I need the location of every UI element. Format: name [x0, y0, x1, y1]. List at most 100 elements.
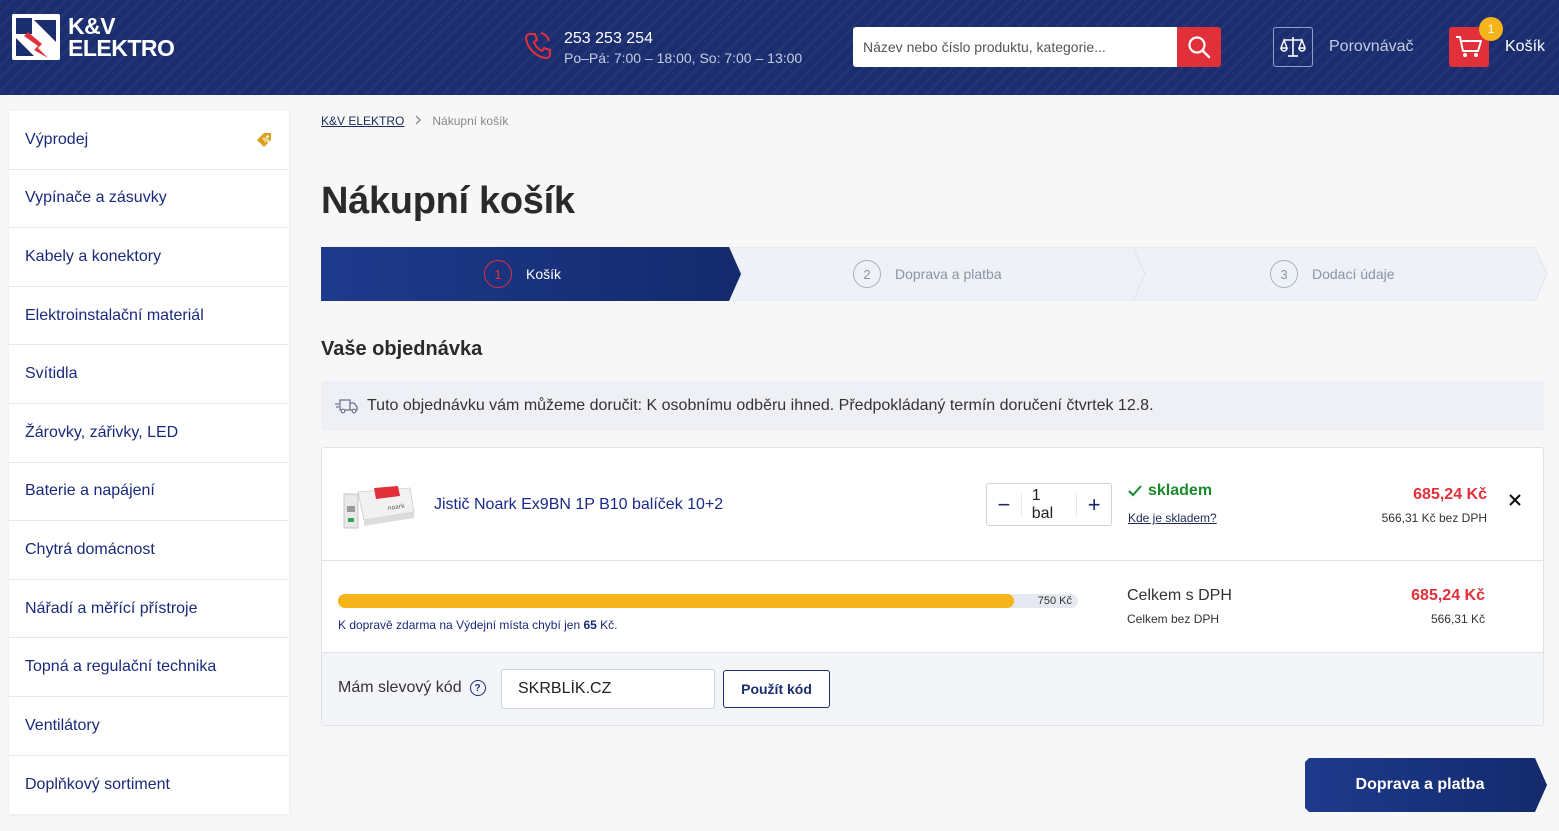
- sidebar-item-label: Chytrá domácnost: [25, 540, 155, 558]
- phone-icon: [524, 32, 551, 60]
- sidebar-item-zarovky[interactable]: Žárovky, zářivky, LED: [9, 404, 289, 463]
- opening-hours: Po–Pá: 7:00 – 18:00, So: 7:00 – 13:00: [564, 50, 803, 66]
- sidebar-item-svitidla[interactable]: Svítidla: [9, 345, 289, 404]
- sidebar-item-vypinace[interactable]: Vypínače a zásuvky: [9, 170, 289, 229]
- sidebar-item-label: Nářadí a měřící přístroje: [25, 599, 198, 617]
- logo[interactable]: K&V ELEKTRO: [12, 13, 175, 61]
- sidebar-item-naradi[interactable]: Nářadí a měřící přístroje: [9, 580, 289, 639]
- cart-item-row: noark Jistič Noark Ex9BN 1P B10 balíček …: [322, 448, 1543, 561]
- sidebar-item-label: Topná a regulační technika: [25, 658, 217, 676]
- cart-link[interactable]: 1 Košík: [1449, 17, 1545, 67]
- product-image[interactable]: noark: [340, 482, 416, 532]
- stock-location-link[interactable]: Kde je skladem?: [1128, 511, 1217, 525]
- phone-number: 253 253 254: [564, 30, 653, 47]
- step-number: 1: [484, 260, 512, 288]
- cart-label[interactable]: Košík: [1505, 38, 1545, 56]
- free-shipping-text: K dopravě zdarma na Výdejní místa chybí …: [338, 618, 618, 632]
- svg-text:%: %: [263, 136, 270, 144]
- total-with-vat-label: Celkem s DPH: [1127, 587, 1232, 604]
- delivery-notice-text: Tuto objednávku vám můžeme doručit: K os…: [367, 397, 1154, 414]
- order-title: Vaše objednávka: [321, 338, 483, 360]
- sidebar-item-label: Výprodej: [25, 130, 89, 148]
- step-number: 2: [853, 260, 881, 288]
- check-icon: [1128, 485, 1142, 497]
- sidebar-item-elektroinstalacni[interactable]: Elektroinstalační materiál: [9, 287, 289, 346]
- delivery-notice: Tuto objednávku vám můžeme doručit: K os…: [321, 381, 1544, 431]
- sidebar-item-label: Vypínače a zásuvky: [25, 189, 167, 207]
- compare-button[interactable]: [1273, 27, 1313, 67]
- product-name-link[interactable]: Jistič Noark Ex9BN 1P B10 balíček 10+2: [434, 496, 723, 514]
- free-shipping-progress-fill: [338, 594, 1014, 608]
- phone-contact[interactable]: 253 253 254 Po–Pá: 7:00 – 18:00, So: 7:0…: [524, 30, 802, 66]
- coupon-label: Mám slevový kód ?: [338, 679, 486, 697]
- sidebar-item-kabely[interactable]: Kabely a konektory: [9, 228, 289, 287]
- free-shipping-text-after: Kč.: [596, 618, 618, 632]
- logo-text: K&V ELEKTRO: [68, 13, 175, 61]
- sidebar-item-label: Žárovky, zářivky, LED: [25, 423, 179, 441]
- breadcrumb-current: Nákupní košík: [432, 114, 509, 128]
- help-icon[interactable]: ?: [469, 680, 486, 696]
- search-bar: [853, 27, 1221, 67]
- sale-tag-icon: %: [257, 132, 271, 147]
- item-price-net: 566,31 Kč bez DPH: [1381, 511, 1487, 525]
- total-without-vat-label: Celkem bez DPH: [1127, 612, 1220, 626]
- sidebar-item-label: Doplňkový sortiment: [25, 775, 170, 793]
- sidebar-item-label: Baterie a napájení: [25, 482, 155, 500]
- coupon-label-text: Mám slevový kód: [338, 679, 462, 696]
- step-delivery[interactable]: 3 Dodací údaje: [1270, 247, 1395, 301]
- sidebar-item-vyprodej[interactable]: Výprodej %: [9, 111, 289, 170]
- free-shipping-threshold: 750 Kč: [1037, 595, 1072, 607]
- step-cart: 1 Košík: [484, 247, 561, 301]
- sidebar-item-baterie[interactable]: Baterie a napájení: [9, 463, 289, 522]
- apply-coupon-button[interactable]: Použít kód: [723, 670, 830, 708]
- free-shipping-row: 750 Kč K dopravě zdarma na Výdejní místa…: [322, 561, 1543, 653]
- cart-panel: noark Jistič Noark Ex9BN 1P B10 balíček …: [321, 447, 1544, 726]
- sidebar-item-chytra-domacnost[interactable]: Chytrá domácnost: [9, 521, 289, 580]
- quantity-value[interactable]: 1 bal: [1020, 487, 1078, 522]
- cart-button[interactable]: 1: [1449, 17, 1503, 67]
- sidebar-item-topna[interactable]: Topná a regulační technika: [9, 638, 289, 697]
- step-label: Doprava a platba: [895, 266, 1002, 282]
- continue-to-shipping-button[interactable]: Doprava a platba: [1305, 758, 1547, 812]
- remove-item-close-icon[interactable]: [1507, 492, 1523, 508]
- step-label: Dodací údaje: [1312, 266, 1395, 282]
- total-without-vat: 566,31 Kč: [1430, 612, 1485, 626]
- stock-label: skladem: [1148, 482, 1213, 499]
- truck-icon: [335, 399, 358, 414]
- stock-status: skladem: [1128, 482, 1212, 500]
- search-icon: [1188, 36, 1211, 59]
- total-with-vat: 685,24 Kč: [1411, 587, 1485, 604]
- page-title: Nákupní košík: [321, 180, 575, 222]
- step-number: 3: [1270, 260, 1298, 288]
- free-shipping-progress: 750 Kč: [338, 594, 1078, 608]
- cart-count-badge: 1: [1479, 17, 1503, 41]
- search-button[interactable]: [1177, 27, 1221, 67]
- compare-label[interactable]: Porovnávač: [1329, 38, 1414, 56]
- site-header: K&V ELEKTRO 253 253 254 Po–Pá: 7:00 – 18…: [0, 0, 1559, 95]
- step-label: Košík: [526, 266, 562, 282]
- free-shipping-missing: 65: [583, 618, 597, 632]
- step-shipping[interactable]: 2 Doprava a platba: [853, 247, 1002, 301]
- coupon-input[interactable]: [501, 669, 715, 709]
- cart-icon: [1456, 36, 1482, 57]
- sidebar-item-ventilatory[interactable]: Ventilátory: [9, 697, 289, 756]
- sidebar-item-label: Ventilátory: [25, 716, 100, 734]
- compare-link[interactable]: Porovnávač: [1273, 27, 1414, 67]
- sidebar-item-label: Svítidla: [25, 365, 78, 383]
- sidebar-item-label: Kabely a konektory: [25, 247, 162, 265]
- search-input[interactable]: [853, 27, 1177, 67]
- logo-mark-icon: [12, 14, 60, 60]
- item-price: 685,24 Kč: [1413, 486, 1487, 503]
- checkout-steps: 1 Košík 2 Doprava a platba 3 Dodací údaj…: [321, 247, 1547, 301]
- breadcrumb: K&V ELEKTRO Nákupní košík: [321, 114, 508, 128]
- logo-line-2: ELEKTRO: [68, 35, 175, 61]
- continue-button-label: Doprava a platba: [1355, 776, 1485, 793]
- category-sidebar: Výprodej % Vypínače a zásuvky Kabely a k…: [9, 111, 289, 815]
- sidebar-item-label: Elektroinstalační materiál: [25, 306, 204, 324]
- quantity-increase-button[interactable]: +: [1077, 484, 1111, 525]
- quantity-decrease-button[interactable]: −: [987, 484, 1021, 525]
- logo-line-1: K&V: [68, 13, 116, 39]
- breadcrumb-home[interactable]: K&V ELEKTRO: [321, 114, 404, 128]
- scales-icon: [1280, 37, 1306, 57]
- sidebar-item-doplnkovy[interactable]: Doplňkový sortiment: [9, 756, 289, 815]
